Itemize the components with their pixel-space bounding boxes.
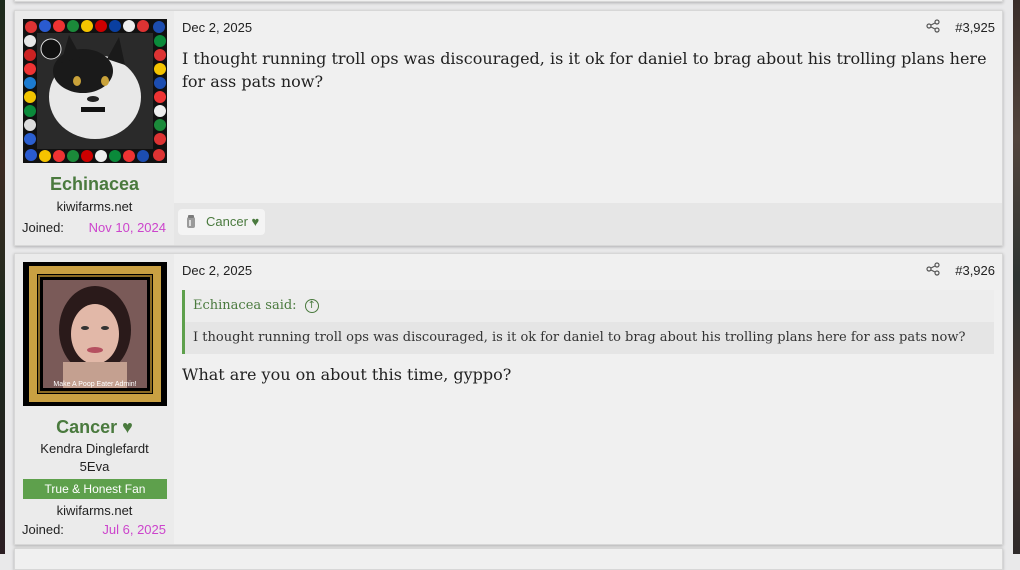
username[interactable]: Cancer ♥ bbox=[15, 417, 174, 438]
quote-text: I thought running troll ops was discoura… bbox=[185, 322, 994, 354]
quote-header[interactable]: Echinacea said: ↑ bbox=[185, 290, 994, 322]
user-site: kiwifarms.net bbox=[56, 199, 133, 214]
joined-date: Nov 10, 2024 bbox=[88, 220, 166, 235]
avatar[interactable] bbox=[23, 19, 167, 163]
reactions-bar: Cancer ♥ bbox=[174, 203, 1002, 245]
avatar[interactable]: Make A Poop Eater Admin! bbox=[23, 262, 167, 406]
page-background-right bbox=[1013, 0, 1020, 554]
post-message: What are you on about this time, gyppo? bbox=[182, 365, 512, 384]
username[interactable]: Echinacea bbox=[15, 174, 174, 195]
quote-block: Echinacea said: ↑ I thought running trol… bbox=[182, 290, 994, 354]
user-banner: True & Honest Fan bbox=[23, 479, 167, 499]
post-date[interactable]: Dec 2, 2025 bbox=[182, 20, 252, 35]
joined-label: Joined: bbox=[22, 522, 64, 537]
user-site: kiwifarms.net bbox=[56, 503, 133, 518]
next-post-edge bbox=[14, 548, 1003, 570]
post-3925: Echinacea kiwifarms.net Joined: Nov 10, … bbox=[14, 10, 1003, 246]
post-message: I thought running troll ops was discoura… bbox=[182, 49, 987, 91]
reaction-user: Cancer ♥ bbox=[206, 214, 260, 229]
avatar-image: Make A Poop Eater Admin! bbox=[23, 262, 167, 406]
page-background-left bbox=[0, 0, 5, 554]
reaction-icon bbox=[187, 215, 195, 228]
user-cell: Echinacea kiwifarms.net Joined: Nov 10, … bbox=[15, 11, 174, 245]
avatar-caption: Make A Poop Eater Admin! bbox=[53, 381, 136, 388]
quote-author[interactable]: Echinacea said: bbox=[193, 298, 297, 313]
post-3926: Make A Poop Eater Admin! Cancer ♥ Kendra… bbox=[14, 253, 1003, 545]
quote-arrow-up-icon[interactable]: ↑ bbox=[304, 298, 319, 313]
avatar-image bbox=[23, 19, 167, 163]
user-title: Kendra Dinglefardt 5Eva bbox=[40, 441, 149, 474]
post-content: Dec 2, 2025 #3,926 Echinacea said: ↑ I t… bbox=[174, 254, 1002, 544]
post-date[interactable]: Dec 2, 2025 bbox=[182, 263, 252, 278]
share-icon[interactable] bbox=[926, 262, 940, 276]
user-cell: Make A Poop Eater Admin! Cancer ♥ Kendra… bbox=[15, 254, 174, 544]
previous-post-edge bbox=[14, 0, 1003, 2]
post-content: Dec 2, 2025 #3,925 I thought running tro… bbox=[174, 11, 1002, 245]
post-number[interactable]: #3,925 bbox=[955, 20, 995, 35]
reaction-summary[interactable]: Cancer ♥ bbox=[178, 209, 266, 235]
joined-label: Joined: bbox=[22, 220, 64, 235]
joined-date: Jul 6, 2025 bbox=[102, 522, 166, 537]
share-icon[interactable] bbox=[926, 19, 940, 33]
post-number[interactable]: #3,926 bbox=[955, 263, 995, 278]
